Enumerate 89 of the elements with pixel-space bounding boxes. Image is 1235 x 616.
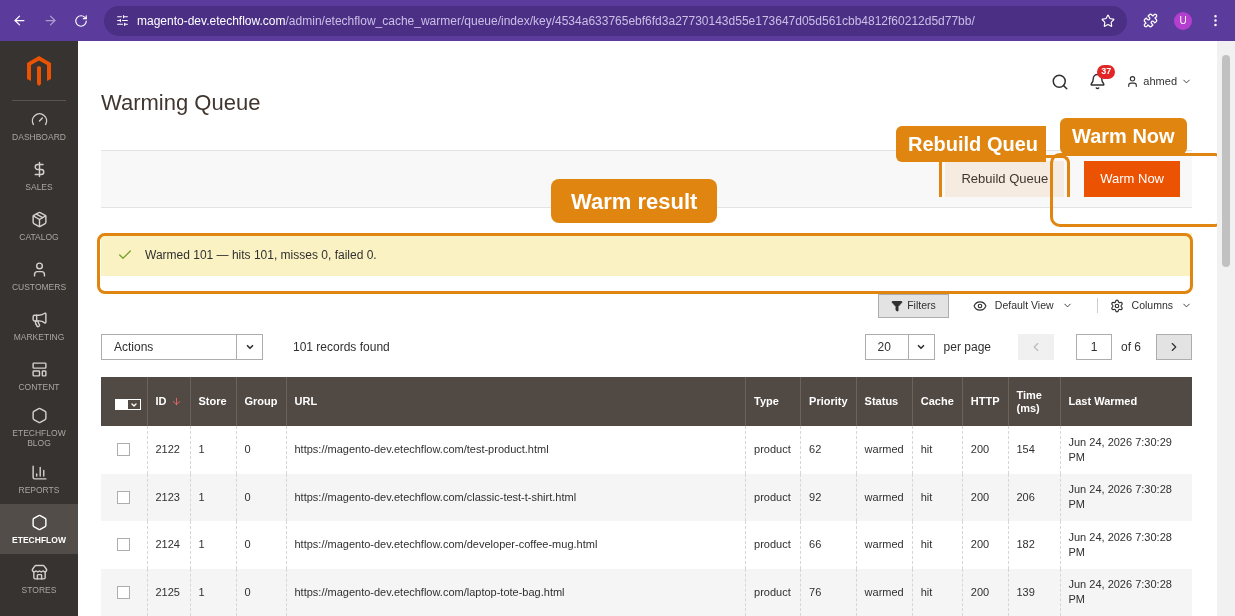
table-cell: Jun 24, 2026 7:30:28 PM: [1060, 521, 1192, 569]
table-cell: Jun 24, 2026 7:30:29 PM: [1060, 426, 1192, 474]
table-cell: 62: [800, 426, 857, 474]
table-cell: 200: [962, 426, 1008, 474]
filters-button[interactable]: Filters: [878, 293, 949, 318]
sidebar-item[interactable]: CATALOG: [0, 201, 78, 251]
box-icon: [30, 210, 48, 228]
sidebar-item[interactable]: ETECHFLOW BLOG: [0, 401, 78, 454]
table-cell: 2124: [147, 521, 190, 569]
row-checkbox[interactable]: [117, 538, 130, 552]
row-checkbox[interactable]: [117, 490, 130, 504]
reload-icon[interactable]: [74, 13, 88, 28]
table-cell: 1: [190, 426, 236, 474]
per-page-dropdown[interactable]: 20: [864, 333, 935, 360]
sidebar-item[interactable]: SALES: [0, 151, 78, 201]
table-cell: 200: [962, 568, 1008, 616]
annotation-label: Warm result: [551, 179, 718, 223]
table-cell: 182: [1008, 521, 1060, 569]
hexagon-icon: [30, 407, 48, 424]
sidebar-item[interactable]: MARKETING: [0, 301, 78, 351]
logo-icon: [27, 55, 51, 86]
table-cell: https://magento-dev.etechflow.com/test-product.html: [286, 426, 746, 474]
mass-select-checkbox[interactable]: [114, 399, 141, 411]
eye-icon: [972, 298, 987, 313]
user-icon: [1126, 74, 1140, 88]
table-cell: 76: [800, 568, 857, 616]
table-cell: 139: [1008, 568, 1060, 616]
notification-badge: 37: [1097, 65, 1116, 79]
table-cell: Jun 24, 2026 7:30:28 PM: [1060, 568, 1192, 616]
user-menu[interactable]: ahmed: [1126, 73, 1192, 90]
page-title: Warming Queue: [101, 89, 261, 118]
actions-dropdown[interactable]: Actions: [101, 333, 263, 360]
table-cell: hit: [912, 521, 963, 569]
table-cell: hit: [912, 426, 963, 474]
table-cell: hit: [912, 568, 963, 616]
per-page-label: per page: [943, 338, 991, 356]
table-cell: warmed: [856, 426, 913, 474]
sidebar-item[interactable]: CONTENT: [0, 351, 78, 401]
table-cell: 2122: [147, 426, 190, 474]
site-info-icon[interactable]: [116, 14, 129, 27]
megaphone-icon: [30, 310, 48, 328]
filter-icon: [891, 299, 904, 312]
message-text: Warmed 101 — hits 101, misses 0, failed 0.: [145, 246, 377, 264]
sidebar-item[interactable]: CUSTOMERS: [0, 251, 78, 301]
columns-button[interactable]: Columns: [1096, 297, 1192, 314]
table-cell: 66: [800, 521, 857, 569]
table-cell: https://magento-dev.etechflow.com/laptop-tote-bag.html: [286, 568, 746, 616]
gear-icon: [1109, 298, 1124, 313]
warm-now-button[interactable]: Warm Now: [1084, 160, 1180, 197]
hexagon-icon: [30, 513, 48, 531]
table-cell: product: [745, 568, 801, 616]
table-cell: 0: [236, 521, 286, 569]
annotation-label: Rebuild Queu: [896, 126, 1046, 162]
rebuild-queue-button[interactable]: Rebuild Queue: [945, 160, 1065, 197]
table-cell: 2125: [147, 568, 190, 616]
table-cell: product: [745, 426, 801, 474]
table-cell: 1: [190, 521, 236, 569]
store-icon: [30, 563, 48, 581]
address-bar[interactable]: magento-dev.etechflow.com/admin/etechflow_cache_warmer/queue/index/key/4534a633765ebf6fd3a27730143d55e173647d05d561cbb4812f60212d5d77bb/: [104, 5, 1127, 36]
url-text: magento-dev.etechflow.com/admin/etechflow_cache_warmer/queue/index/key/4534a633765ebf6fd3a27730143d55e173647d05d561cbb4812f60212d5d77bb/: [137, 12, 975, 30]
table-cell: 154: [1008, 426, 1060, 474]
table-cell: 0: [236, 426, 286, 474]
layout-icon: [30, 360, 48, 378]
table-cell: product: [745, 521, 801, 569]
table-cell: warmed: [856, 568, 913, 616]
table-cell: 200: [962, 521, 1008, 569]
bell-icon[interactable]: [1089, 73, 1107, 90]
table-cell: 0: [236, 568, 286, 616]
back-icon[interactable]: [12, 13, 27, 28]
table-cell: https://magento-dev.etechflow.com/developer-coffee-mug.html: [286, 521, 746, 569]
gauge-icon: [30, 110, 48, 128]
sidebar-item[interactable]: ETECHFLOW: [0, 504, 78, 554]
row-checkbox[interactable]: [117, 443, 130, 457]
profile-avatar[interactable]: U: [1174, 11, 1192, 30]
bookmark-star-icon[interactable]: [1101, 13, 1115, 28]
bar-chart-icon: [30, 463, 48, 481]
search-icon[interactable]: [1051, 73, 1070, 91]
annotation-label: Warm Now: [1060, 118, 1187, 154]
sidebar-item[interactable]: DASHBOARD: [0, 101, 78, 151]
page-number-field[interactable]: 1: [1076, 333, 1112, 360]
sidebar-item[interactable]: STORES: [0, 554, 78, 604]
row-checkbox[interactable]: [117, 585, 130, 599]
table-cell: 1: [190, 568, 236, 616]
table-cell: warmed: [856, 521, 913, 569]
records-count: 101 records found: [293, 338, 390, 356]
extensions-icon[interactable]: [1143, 13, 1158, 28]
sidebar-item[interactable]: REPORTS: [0, 454, 78, 504]
page-count: of 6: [1121, 338, 1141, 356]
default-view-button[interactable]: Default View: [964, 297, 1081, 314]
